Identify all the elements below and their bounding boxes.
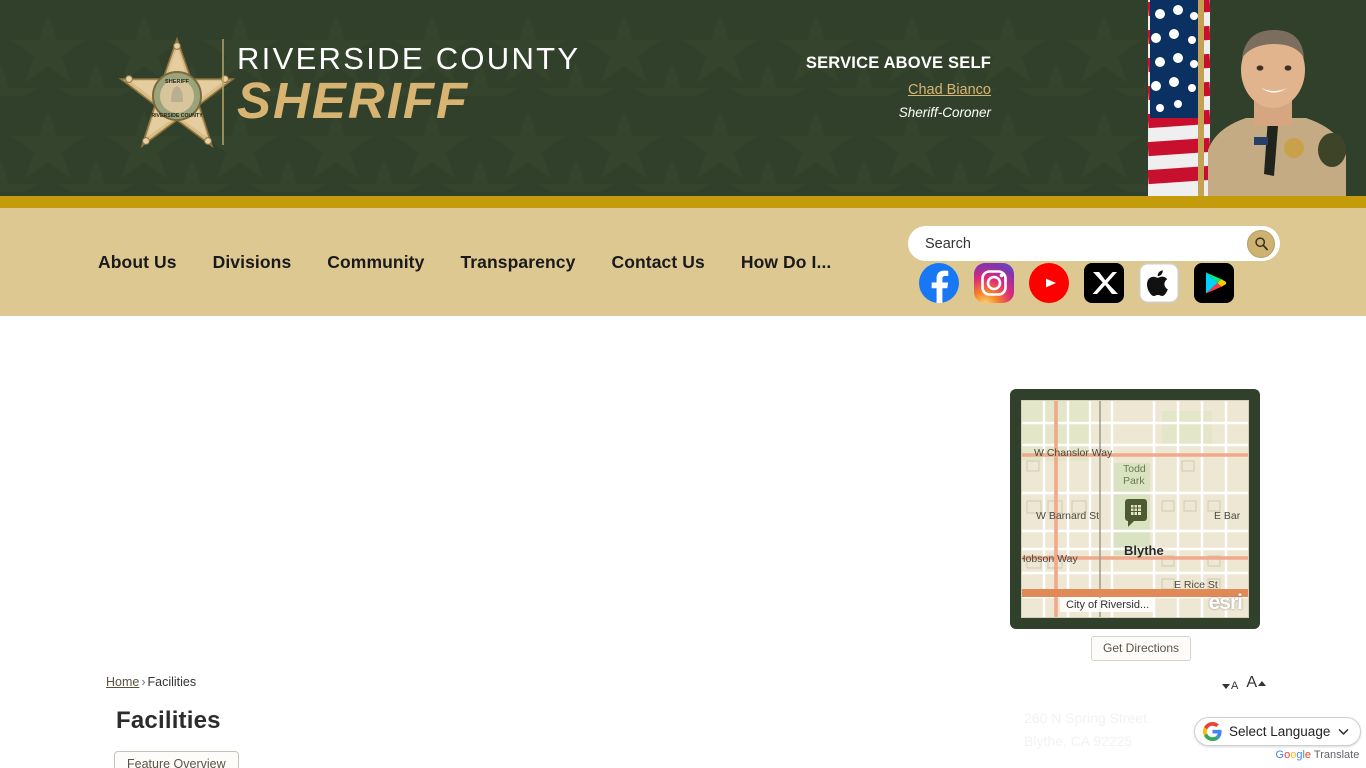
sheriff-star-badge-icon[interactable]: SHERIFF RIVERSIDE COUNTY bbox=[118, 36, 236, 156]
caret-down-icon bbox=[1221, 683, 1230, 689]
sheriff-portrait bbox=[1146, 0, 1366, 196]
language-select-value: Select Language bbox=[1229, 724, 1331, 739]
font-size-small-label: A bbox=[1230, 680, 1239, 692]
svg-text:SHERIFF: SHERIFF bbox=[165, 79, 190, 85]
address-city-state-zip: Blythe, CA 92225 bbox=[1024, 733, 1133, 749]
map-city-label: Blythe bbox=[1124, 543, 1164, 558]
map-street-label: W Chanslor Way bbox=[1034, 447, 1113, 459]
page-title: Facilities bbox=[116, 707, 221, 734]
nav-community[interactable]: Community bbox=[327, 252, 424, 273]
font-size-decrease-button[interactable]: A bbox=[1221, 680, 1239, 692]
caret-up-icon bbox=[1258, 680, 1266, 686]
google-translate-widget: Select Language Google Translate bbox=[1194, 717, 1362, 761]
breadcrumb-separator: › bbox=[141, 675, 146, 689]
facility-address-block: Blythe Jail 260 N Spring Street Blythe, … bbox=[1024, 687, 1147, 753]
map-park-label-line1: Todd bbox=[1123, 463, 1146, 475]
location-map-panel: W Chanslor Way Todd Park W Barnard St E … bbox=[1010, 389, 1260, 629]
chevron-down-icon bbox=[1339, 729, 1349, 735]
search-icon bbox=[1254, 237, 1268, 251]
map-street-label: Hobson Way bbox=[1021, 553, 1078, 565]
address-street: 260 N Spring Street bbox=[1024, 710, 1147, 726]
nav-transparency[interactable]: Transparency bbox=[460, 252, 575, 273]
site-search bbox=[908, 226, 1280, 261]
header-motto-block: SERVICE ABOVE SELF Chad Bianco Sheriff-C… bbox=[691, 52, 991, 124]
esri-logo: esri bbox=[1208, 591, 1243, 614]
social-links bbox=[919, 263, 1234, 303]
map-street-label: E Rice St bbox=[1174, 579, 1218, 591]
google-play-icon[interactable] bbox=[1194, 263, 1234, 303]
logo-divider bbox=[222, 39, 224, 145]
svg-text:RIVERSIDE COUNTY: RIVERSIDE COUNTY bbox=[151, 113, 203, 119]
nav-contact-us[interactable]: Contact Us bbox=[611, 252, 704, 273]
translate-word: Translate bbox=[1313, 749, 1360, 761]
apple-app-store-icon[interactable] bbox=[1139, 263, 1179, 303]
map-park-label-line2: Park bbox=[1123, 475, 1145, 487]
get-directions-button[interactable]: Get Directions bbox=[1091, 636, 1192, 661]
search-button[interactable] bbox=[1247, 229, 1275, 258]
x-twitter-icon[interactable] bbox=[1084, 263, 1124, 303]
language-select[interactable]: Select Language bbox=[1194, 717, 1362, 746]
map-attribution: City of Riversid... bbox=[1060, 598, 1156, 612]
breadcrumb: Home › Facilities bbox=[106, 675, 196, 689]
logo-county-name: RIVERSIDE COUNTY bbox=[237, 41, 581, 76]
sheriff-role-text: Sheriff-Coroner bbox=[898, 105, 991, 120]
google-g-icon bbox=[1203, 722, 1222, 741]
building-marker-icon[interactable] bbox=[1125, 499, 1147, 527]
google-translate-attribution: Google Translate bbox=[1194, 749, 1361, 761]
google-wordmark: Google bbox=[1275, 749, 1312, 761]
nav-divisions[interactable]: Divisions bbox=[213, 252, 292, 273]
search-input[interactable] bbox=[908, 235, 1247, 252]
font-size-increase-button[interactable]: A bbox=[1246, 674, 1266, 692]
nav-about-us[interactable]: About Us bbox=[98, 252, 177, 273]
site-logo-text[interactable]: RIVERSIDE COUNTY SHERIFF bbox=[237, 42, 580, 128]
nav-how-do-i[interactable]: How Do I... bbox=[741, 252, 832, 273]
feature-overview-button[interactable]: Feature Overview bbox=[114, 751, 239, 768]
site-header: SHERIFF RIVERSIDE COUNTY RIVERSIDE COUNT… bbox=[0, 0, 1366, 196]
breadcrumb-current: Facilities bbox=[147, 675, 197, 689]
font-size-large-label: A bbox=[1246, 674, 1257, 691]
gold-divider-stripe bbox=[0, 196, 1366, 208]
sheriff-name-link[interactable]: Chad Bianco bbox=[908, 78, 991, 102]
youtube-icon[interactable] bbox=[1029, 263, 1069, 303]
facebook-icon[interactable] bbox=[919, 263, 959, 303]
instagram-icon[interactable] bbox=[974, 263, 1014, 303]
map-view[interactable]: W Chanslor Way Todd Park W Barnard St E … bbox=[1021, 400, 1249, 618]
map-street-label: W Barnard St bbox=[1036, 510, 1100, 522]
logo-sheriff-word: SHERIFF bbox=[237, 72, 470, 129]
motto-text: SERVICE ABOVE SELF bbox=[805, 54, 991, 72]
map-street-label: E Bar bbox=[1214, 510, 1241, 522]
address-facility-name: Blythe Jail bbox=[1024, 689, 1092, 704]
breadcrumb-home-link[interactable]: Home bbox=[106, 675, 139, 689]
font-size-controls: A A bbox=[1221, 674, 1266, 692]
nav-links: About Us Divisions Community Transparenc… bbox=[98, 252, 831, 273]
